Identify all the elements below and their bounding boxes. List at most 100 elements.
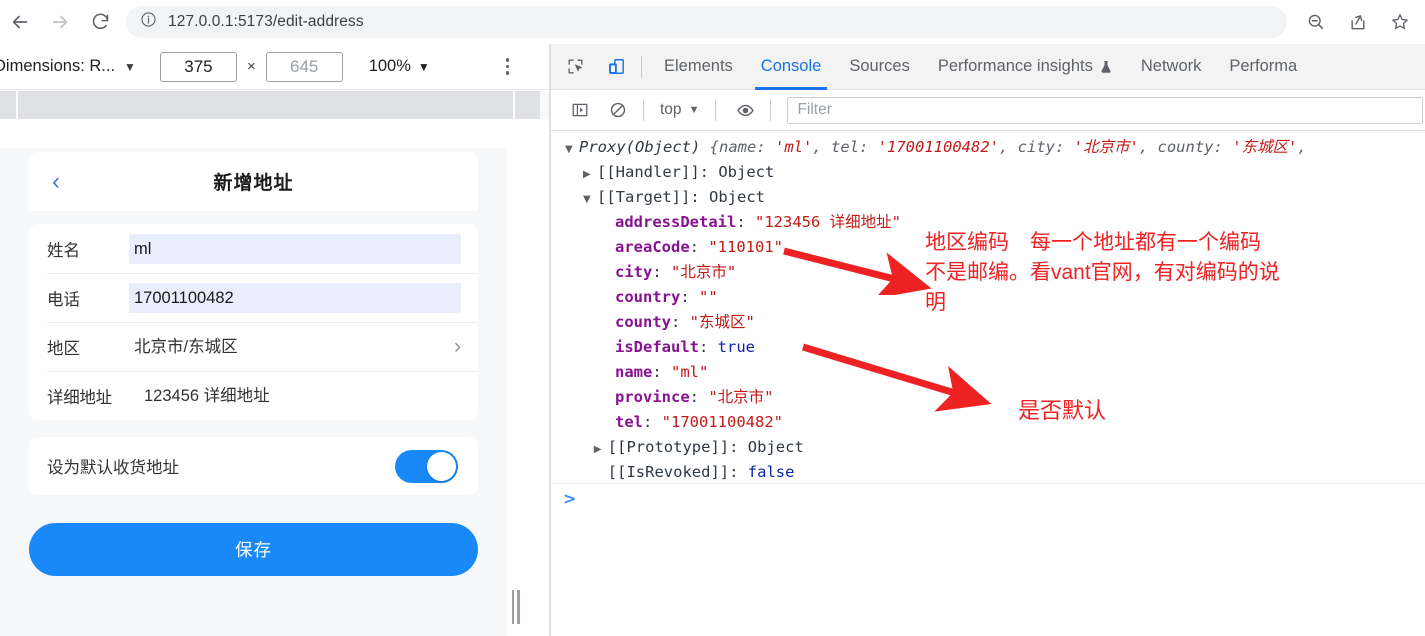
viewport-width-input[interactable]: 375 [159,51,237,82]
clear-console-icon [610,102,626,118]
execution-context-dropdown[interactable]: top ▼ [656,101,703,119]
dimensions-dropdown[interactable]: Dimensions: R... ▼ [0,57,136,76]
bookmark-button[interactable] [1379,2,1421,42]
console-token: '东城区' [1232,138,1298,156]
toggle-knob [427,451,456,481]
console-token: : [699,338,718,356]
console-token: country [615,288,681,306]
viewport-height-input[interactable]: 645 [265,51,343,82]
toolbar-separator [715,99,717,121]
ruler-band [0,91,540,119]
console-token: : [1055,138,1074,156]
console-token: : [756,138,775,156]
kebab-dot [505,71,510,75]
console-token: : [729,463,748,481]
tab-label: Performa [1229,57,1298,75]
console-token: [[Target]] [597,188,691,206]
tab-elements[interactable]: Elements [650,44,747,90]
console-token: tel [615,413,643,431]
disclosure-triangle-icon[interactable]: ▼ [565,137,579,162]
console-token: "123456 详细地址" [755,213,901,231]
inspect-element-icon [567,59,583,74]
device-viewport[interactable]: ‹ 新增地址 姓名 ml 电话 17001100482 地区 北京市/东城区 ›… [0,119,507,636]
viewport-ruler[interactable] [0,91,551,119]
tab-label: Elements [664,57,733,75]
console-sidebar-toggle[interactable] [563,94,597,126]
tab-performance-insights[interactable]: Performance insights [924,44,1127,90]
console-token: : [699,163,719,181]
console-token: '北京市' [1073,138,1139,156]
devtools-panel: Elements Console Sources Performance ins… [551,44,1425,636]
reload-button[interactable] [80,2,120,42]
console-token: : [690,188,709,206]
console-token: city [615,263,653,281]
info-circle-icon[interactable] [140,11,157,33]
annotation-is-default-note: 是否默认 [1018,398,1107,423]
console-token: [[Handler]] [597,163,700,181]
browser-actions [1295,2,1425,42]
back-chevron-icon[interactable]: ‹ [52,169,60,194]
console-line: ▶ [[Handler]]: Object [551,160,1425,185]
viewport-resize-handle[interactable] [510,589,521,625]
console-line-text: areaCode: "110101" [615,235,783,260]
save-button[interactable]: 保存 [29,523,478,576]
field-label: 详细地址 [47,388,112,407]
inspect-element-button[interactable] [558,51,592,83]
console-token: : [736,213,755,231]
annotation-arrow-area-code [783,247,932,295]
field-label: 姓名 [47,241,80,260]
console-token: [[IsRevoked]] [607,463,730,481]
device-toolbar-toggle[interactable] [599,51,633,83]
console-token: : [689,238,709,256]
console-token: Object [709,188,765,206]
zoom-dropdown[interactable]: 100% ▼ [369,57,430,76]
tab-performance[interactable]: Performa [1215,44,1311,90]
console-token: : [643,413,662,431]
chevron-down-icon: ▼ [417,59,430,74]
tab-label: Performance insights [937,57,1093,75]
toolbar-separator [643,99,644,121]
console-line-text: isDefault: true [615,335,755,360]
address-bar[interactable]: 127.0.0.1:5173/edit-address [126,5,1287,38]
console-filter-input[interactable]: Filter [787,96,1423,124]
form-field-area[interactable]: 地区 北京市/东城区 › [29,322,478,371]
device-more-options-button[interactable] [502,54,514,79]
console-token: : [689,388,709,406]
area-value[interactable]: 北京市/东城区 [129,332,448,362]
address-detail-input[interactable]: 123456 详细地址 [139,381,461,411]
zoom-out-button[interactable] [1295,2,1337,42]
console-token: , [999,138,1018,156]
console-token: [[Prototype]] [607,438,730,456]
resize-grip-bar [511,590,514,624]
disclosure-triangle-icon[interactable]: ▶ [594,437,608,462]
tel-input[interactable]: 17001100482 [129,282,461,313]
clear-console-button[interactable] [601,94,635,126]
form-field-address-detail[interactable]: 详细地址 123456 详细地址 [29,371,478,420]
console-token: Object [747,438,804,456]
page-title: 新增地址 [213,173,294,194]
browser-toolbar: 127.0.0.1:5173/edit-address [0,0,1425,44]
default-address-toggle[interactable] [395,449,458,483]
disclosure-triangle-icon[interactable]: ▶ [583,162,597,187]
name-input[interactable]: ml [129,233,461,264]
forward-button[interactable] [40,2,80,42]
console-token: 'ml' [775,138,813,156]
flask-icon [1101,60,1111,73]
device-toolbar: Dimensions: R... ▼ 375 × 645 100% ▼ [0,44,551,90]
share-button[interactable] [1337,2,1379,42]
form-field-name[interactable]: 姓名 ml [29,224,478,273]
tab-console[interactable]: Console [747,44,836,90]
tab-sources[interactable]: Sources [835,44,924,90]
back-button[interactable] [0,2,40,42]
tab-network[interactable]: Network [1127,44,1216,90]
console-input-row[interactable]: > [551,483,1425,513]
live-expression-button[interactable] [728,94,762,126]
console-line: [[IsRevoked]]: false [551,460,1425,485]
console-token: false [747,463,795,481]
console-token: county [615,313,671,331]
console-token: "17001100482" [661,413,783,431]
disclosure-triangle-icon[interactable]: ▼ [583,187,597,212]
form-field-tel[interactable]: 电话 17001100482 [29,273,478,322]
field-label: 电话 [47,290,80,309]
chevron-right-icon: › [454,335,461,358]
